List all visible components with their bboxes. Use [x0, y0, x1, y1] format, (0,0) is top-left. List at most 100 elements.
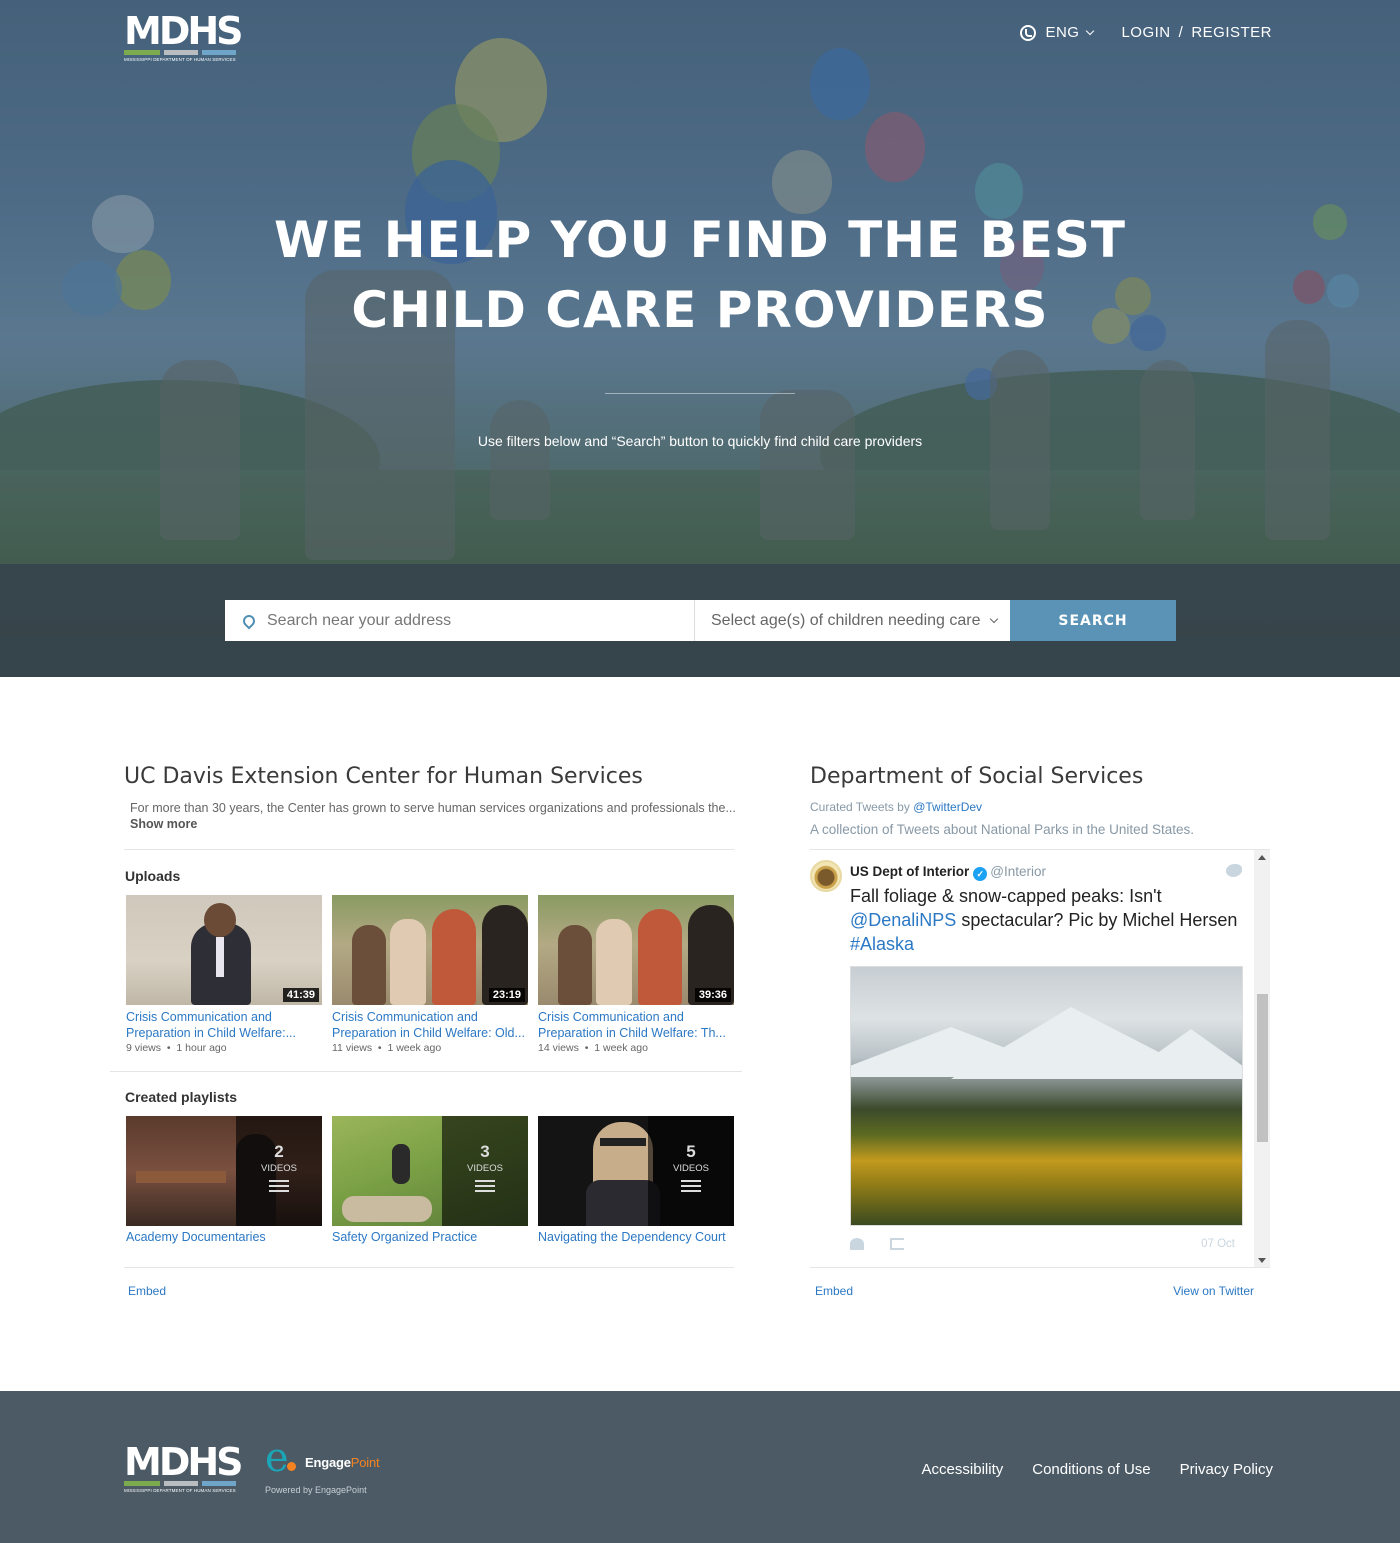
video-item[interactable]: 39:36 Crisis Communication and Preparati… — [538, 895, 734, 1054]
tweet-date[interactable]: 07 Oct — [1201, 1238, 1235, 1250]
playlist-count: 3 — [480, 1142, 490, 1161]
powered-by-label: Powered by EngagePoint — [265, 1485, 367, 1495]
meta-separator: • — [166, 1042, 171, 1054]
curated-prefix: Curated Tweets by — [810, 800, 910, 814]
footer-mdhs-logo[interactable]: MDHS MISSISSIPPI DEPARTMENT OF HUMAN SER… — [124, 1440, 244, 1493]
curated-by: Curated Tweets by @TwitterDev — [810, 800, 982, 814]
playlist-thumbnail[interactable]: 5 VIDEOS — [538, 1116, 734, 1226]
video-title[interactable]: Crisis Communication and Preparation in … — [332, 1009, 528, 1041]
timeline-scrollbar[interactable] — [1254, 850, 1270, 1267]
playlist-icon — [269, 1180, 289, 1194]
video-thumbnail[interactable]: 39:36 — [538, 895, 734, 1005]
avatar[interactable] — [810, 860, 842, 892]
privacy-policy-link[interactable]: Privacy Policy — [1180, 1461, 1273, 1478]
hero-title: WE HELP YOU FIND THE BEST CHILD CARE PRO… — [0, 205, 1400, 345]
channel-description: For more than 30 years, the Center has g… — [130, 800, 740, 832]
search-band: Select age(s) of children needing care S… — [0, 564, 1400, 677]
playlist-item[interactable]: 3 VIDEOS Safety Organized Practice — [332, 1116, 528, 1244]
engagepoint-logo[interactable]: e EngagePoint Powered by EngagePoint — [265, 1435, 405, 1501]
divider — [110, 1071, 742, 1072]
video-title-line1: Crisis Communication and — [126, 1010, 272, 1024]
video-age: 1 hour ago — [176, 1042, 227, 1054]
video-item[interactable]: 41:39 Crisis Communication and Preparati… — [126, 895, 322, 1054]
playlist-item[interactable]: 2 VIDEOS Academy Documentaries — [126, 1116, 322, 1244]
engagepoint-name-part2: Point — [350, 1455, 380, 1470]
engagepoint-name-part1: Engage — [305, 1455, 351, 1470]
show-more-link[interactable]: Show more — [130, 817, 197, 831]
youtube-channel-card: UC Davis Extension Center for Human Serv… — [110, 746, 742, 1306]
tweet-text: Fall foliage & snow-capped peaks: Isn't … — [850, 884, 1250, 956]
engagepoint-dot — [287, 1462, 296, 1471]
meta-separator: • — [377, 1042, 382, 1054]
playlist-item[interactable]: 5 VIDEOS Navigating the Dependency Court — [538, 1116, 734, 1244]
tweet-handle: @Interior — [990, 864, 1046, 879]
share-icon[interactable] — [890, 1238, 904, 1250]
tweet-hashtag-link[interactable]: #Alaska — [850, 934, 914, 954]
tweet-image[interactable] — [850, 966, 1243, 1226]
logo-wordmark: MDHS — [124, 1440, 244, 1484]
age-select-dropdown[interactable]: Select age(s) of children needing care — [695, 600, 1010, 641]
collection-description: A collection of Tweets about National Pa… — [810, 822, 1194, 837]
like-heart-icon[interactable] — [850, 1238, 864, 1250]
address-search-field[interactable] — [225, 600, 695, 641]
tweet-mention-link[interactable]: @DenaliNPS — [850, 910, 956, 930]
timeline-title: Department of Social Services — [810, 764, 1144, 789]
logo-color-bars — [124, 1481, 241, 1486]
video-title[interactable]: Crisis Communication and Preparation in … — [126, 1009, 322, 1041]
meta-separator: • — [584, 1042, 589, 1054]
language-label: ENG — [1045, 24, 1080, 41]
video-duration: 23:19 — [488, 988, 525, 1002]
video-views: 9 views — [126, 1042, 162, 1054]
playlist-count-overlay: 5 VIDEOS — [648, 1116, 734, 1226]
embed-link[interactable]: Embed — [128, 1284, 166, 1298]
twitter-bird-icon[interactable] — [1226, 864, 1242, 877]
tweet-text-part1: Fall foliage & snow-capped peaks: Isn't — [850, 886, 1162, 906]
mdhs-logo[interactable]: MDHS MISSISSIPPI DEPARTMENT OF HUMAN SER… — [124, 12, 244, 62]
divider — [810, 1267, 1270, 1268]
channel-description-text: For more than 30 years, the Center has g… — [130, 801, 736, 815]
video-title-line1: Crisis Communication and — [538, 1010, 684, 1024]
video-item[interactable]: 23:19 Crisis Communication and Preparati… — [332, 895, 528, 1054]
video-views: 14 views — [538, 1042, 579, 1054]
login-register-separator: / — [1178, 24, 1184, 41]
tweet-author[interactable]: US Dept of Interior ✓ @Interior — [850, 864, 1046, 881]
playlist-count: 5 — [686, 1142, 696, 1161]
address-search-input[interactable] — [267, 611, 667, 630]
playlist-title[interactable]: Safety Organized Practice — [332, 1230, 477, 1244]
embed-link[interactable]: Embed — [815, 1284, 853, 1298]
playlist-icon — [681, 1180, 701, 1194]
tweet-list[interactable]: US Dept of Interior ✓ @Interior Fall folia… — [810, 849, 1270, 1267]
video-thumbnail[interactable]: 23:19 — [332, 895, 528, 1005]
playlists-heading: Created playlists — [125, 1089, 238, 1105]
scrollbar-thumb[interactable] — [1257, 994, 1268, 1142]
video-title[interactable]: Crisis Communication and Preparation in … — [538, 1009, 734, 1041]
scroll-down-arrow-icon[interactable] — [1258, 1258, 1266, 1263]
hero-title-line1: WE HELP YOU FIND THE BEST — [274, 211, 1126, 269]
view-on-twitter-link[interactable]: View on Twitter — [1173, 1284, 1254, 1298]
playlist-thumbnail[interactable]: 3 VIDEOS — [332, 1116, 528, 1226]
hero-title-line2: CHILD CARE PROVIDERS — [351, 281, 1049, 339]
playlist-title[interactable]: Navigating the Dependency Court — [538, 1230, 726, 1244]
language-selector[interactable]: ENG — [1020, 24, 1095, 41]
search-button[interactable]: SEARCH — [1010, 600, 1176, 641]
verified-badge-icon: ✓ — [973, 867, 988, 881]
playlist-count-overlay: 3 VIDEOS — [442, 1116, 528, 1226]
register-link[interactable]: REGISTER — [1191, 24, 1272, 41]
playlist-title[interactable]: Academy Documentaries — [126, 1230, 266, 1244]
tweet-text-part2: spectacular? Pic by Michel Hersen — [961, 910, 1238, 930]
playlist-icon — [475, 1180, 495, 1194]
logo-color-bars — [124, 50, 241, 55]
conditions-of-use-link[interactable]: Conditions of Use — [1032, 1461, 1150, 1478]
twitter-timeline-card: Department of Social Services Curated Tw… — [810, 746, 1272, 1306]
playlist-count-unit: VIDEOS — [673, 1163, 709, 1174]
login-link[interactable]: LOGIN — [1121, 24, 1170, 41]
video-meta: 11 views • 1 week ago — [332, 1042, 528, 1054]
scroll-up-arrow-icon[interactable] — [1258, 855, 1266, 860]
curator-link[interactable]: @TwitterDev — [913, 800, 982, 814]
tweet-actions: 07 Oct — [850, 1238, 1235, 1250]
video-thumbnail[interactable]: 41:39 — [126, 895, 322, 1005]
accessibility-link[interactable]: Accessibility — [922, 1461, 1004, 1478]
divider — [124, 849, 734, 850]
engagepoint-e-mark: e — [265, 1435, 289, 1481]
playlist-thumbnail[interactable]: 2 VIDEOS — [126, 1116, 322, 1226]
